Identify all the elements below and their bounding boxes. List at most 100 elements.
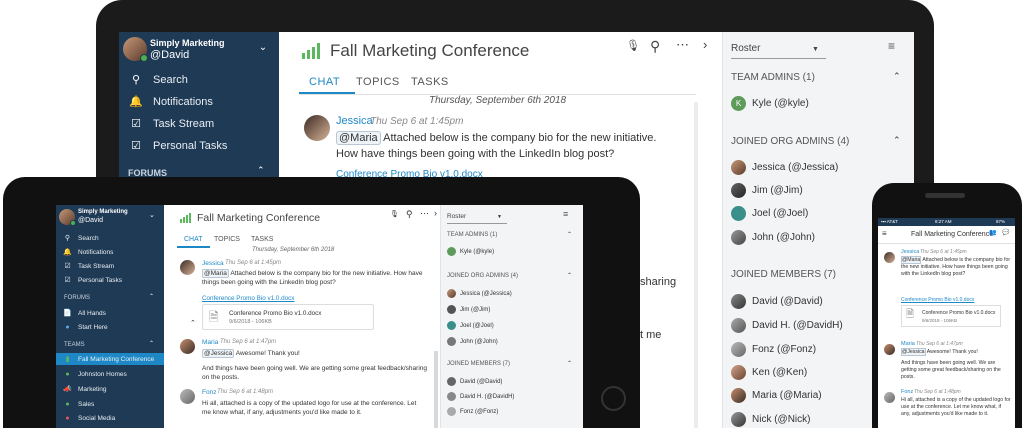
nav-notifications[interactable]: 🔔 Notifications bbox=[129, 92, 213, 112]
tab-tasks[interactable]: TASKS bbox=[411, 76, 449, 88]
globe-icon: ● bbox=[65, 323, 70, 331]
avatar[interactable] bbox=[304, 115, 330, 141]
roster-item[interactable]: Maria (@Maria) bbox=[731, 388, 822, 403]
search-icon[interactable]: ⚲ bbox=[650, 39, 660, 53]
file-attachment[interactable]: 🗎 Conference Promo Bio v1.0.docx 9/6/201… bbox=[901, 305, 1001, 327]
avatar[interactable] bbox=[180, 339, 195, 359]
roster-item[interactable]: Jessica (@Jessica) bbox=[447, 289, 512, 298]
message-author[interactable]: Jessica bbox=[901, 249, 919, 255]
scrollbar[interactable] bbox=[694, 102, 698, 428]
avatar[interactable] bbox=[884, 342, 895, 360]
roster-item[interactable]: Jessica (@Jessica) bbox=[731, 160, 838, 175]
tab-topics[interactable]: TOPICS bbox=[356, 76, 400, 88]
avatar[interactable] bbox=[180, 389, 195, 409]
more-options-icon[interactable]: ⋯ bbox=[676, 38, 689, 51]
chevron-up-icon[interactable]: ⌃ bbox=[190, 320, 196, 327]
scrollbar[interactable] bbox=[434, 351, 438, 428]
chevron-up-icon[interactable]: ⌃ bbox=[149, 341, 154, 347]
people-icon[interactable]: 👥 bbox=[989, 230, 996, 236]
roster-item[interactable]: John (@John) bbox=[447, 337, 498, 346]
forum-item[interactable]: ● Start Here bbox=[63, 321, 107, 333]
more-options-icon[interactable]: ⋯ bbox=[420, 209, 429, 218]
roster-item[interactable]: Fonz (@Fonz) bbox=[447, 407, 498, 416]
sort-icon[interactable]: ≡ bbox=[888, 40, 895, 52]
team-item[interactable]: 📣 Marketing bbox=[63, 383, 106, 395]
chevron-down-icon[interactable]: ⌄ bbox=[257, 43, 269, 53]
nav-search[interactable]: ⚲ Search bbox=[129, 70, 188, 90]
chevron-up-icon[interactable]: ⌃ bbox=[257, 166, 265, 175]
mention[interactable]: @Maria bbox=[336, 131, 381, 145]
video-call-icon[interactable]: 🎙 bbox=[390, 211, 399, 218]
tab-chat[interactable]: CHAT bbox=[309, 76, 340, 88]
collapse-panel-icon[interactable]: › bbox=[703, 38, 707, 51]
nav-search[interactable]: ⚲ Search bbox=[63, 232, 99, 244]
team-item-active[interactable]: ▮ Fall Marketing Conference bbox=[56, 353, 164, 365]
team-item[interactable]: ● Sales bbox=[63, 398, 94, 410]
roster-item[interactable]: David H. (@DavidH) bbox=[447, 392, 514, 401]
message-author[interactable]: Fonz bbox=[901, 389, 913, 395]
chat-bubble-icon[interactable]: 💬 bbox=[1002, 230, 1009, 236]
forum-item[interactable]: 📄 All Hands bbox=[63, 307, 106, 319]
members-header: JOINED MEMBERS (7) bbox=[447, 361, 511, 367]
roster-item[interactable]: David H. (@DavidH) bbox=[731, 318, 843, 333]
roster-item[interactable]: Jim (@Jim) bbox=[731, 183, 803, 198]
roster-dropdown[interactable]: Roster bbox=[447, 213, 466, 220]
attachment-link[interactable]: Conference Promo Bio v1.0.docx bbox=[901, 297, 974, 303]
roster-item[interactable]: David (@David) bbox=[731, 294, 823, 309]
search-icon[interactable]: ⚲ bbox=[406, 210, 413, 219]
roster-item[interactable]: Joel (@Joel) bbox=[731, 206, 808, 221]
roster-item[interactable]: Kyle (@kyle) bbox=[447, 247, 494, 256]
chevron-up-icon[interactable]: ⌃ bbox=[893, 136, 901, 145]
chevron-up-icon[interactable]: ⌃ bbox=[893, 72, 901, 81]
chevron-down-icon[interactable]: ⌄ bbox=[149, 212, 155, 219]
user-avatar[interactable] bbox=[59, 209, 76, 226]
avatar[interactable] bbox=[884, 390, 895, 408]
collapse-panel-icon[interactable]: › bbox=[434, 209, 437, 218]
nav-personal-tasks[interactable]: ☑ Personal Tasks bbox=[63, 274, 122, 286]
nav-personal-tasks[interactable]: ☑ Personal Tasks bbox=[129, 136, 227, 156]
message-author[interactable]: Jessica bbox=[336, 115, 373, 127]
message-author[interactable]: Fonz bbox=[202, 389, 216, 396]
chat-pane: Fall Marketing Conference 🎙 ⚲ ⋯ › CHAT T… bbox=[164, 205, 440, 428]
check-circle-icon: ● bbox=[65, 400, 70, 408]
team-admins-header: TEAM ADMINS (1) bbox=[731, 72, 815, 83]
nav-task-stream[interactable]: ☑ Task Stream bbox=[129, 114, 214, 134]
message-author[interactable]: Maria bbox=[202, 339, 218, 346]
roster-dropdown[interactable]: Roster bbox=[731, 43, 760, 54]
avatar[interactable] bbox=[884, 250, 895, 268]
checkbox-icon: ☑ bbox=[64, 262, 71, 270]
chevron-up-icon[interactable]: ⌃ bbox=[567, 232, 572, 238]
team-item[interactable]: ● Johnston Homes bbox=[63, 368, 126, 380]
dropdown-arrow-icon[interactable]: ▼ bbox=[497, 215, 502, 220]
video-call-icon[interactable]: 🎙 bbox=[626, 41, 640, 52]
file-attachment[interactable]: 🗎 Conference Promo Bio v1.0.docx 9/6/201… bbox=[202, 304, 374, 330]
tab-tasks[interactable]: TASKS bbox=[251, 236, 273, 243]
tab-chat[interactable]: CHAT bbox=[184, 236, 203, 243]
chevron-up-icon[interactable]: ⌃ bbox=[149, 294, 154, 300]
sort-icon[interactable]: ≡ bbox=[563, 210, 568, 219]
chevron-up-icon[interactable]: ⌃ bbox=[567, 273, 572, 279]
roster-item[interactable]: Jim (@Jim) bbox=[447, 305, 490, 314]
user-avatar[interactable] bbox=[123, 37, 148, 62]
team-item[interactable]: ● Social Media bbox=[63, 412, 115, 424]
roster-item[interactable]: Fonz (@Fonz) bbox=[731, 342, 816, 357]
tab-topics[interactable]: TOPICS bbox=[214, 236, 240, 243]
message-author[interactable]: Maria bbox=[901, 341, 915, 347]
phone-speaker bbox=[925, 193, 965, 198]
attachment-link[interactable]: Conference Promo Bio v1.0.docx bbox=[202, 295, 294, 302]
dropdown-arrow-icon[interactable]: ▼ bbox=[812, 46, 819, 53]
nav-notifications[interactable]: 🔔 Notifications bbox=[63, 246, 113, 258]
user-handle: @David bbox=[150, 49, 190, 61]
chevron-up-icon[interactable]: ⌃ bbox=[567, 361, 572, 367]
menu-icon[interactable]: ≡ bbox=[882, 230, 887, 238]
avatar[interactable] bbox=[180, 260, 195, 280]
message-author[interactable]: Jessica bbox=[202, 260, 224, 267]
roster-item[interactable]: John (@John) bbox=[731, 230, 815, 245]
roster-item[interactable]: David (@David) bbox=[447, 377, 502, 386]
roster-item[interactable]: Ken (@Ken) bbox=[731, 365, 807, 380]
roster-item[interactable]: Joel (@Joel) bbox=[447, 321, 494, 330]
nav-task-stream[interactable]: ☑ Task Stream bbox=[63, 260, 114, 272]
roster-item[interactable]: K Kyle (@kyle) bbox=[731, 96, 809, 111]
document-icon: 📄 bbox=[63, 309, 72, 317]
roster-item[interactable]: Nick (@Nick) bbox=[731, 412, 810, 427]
